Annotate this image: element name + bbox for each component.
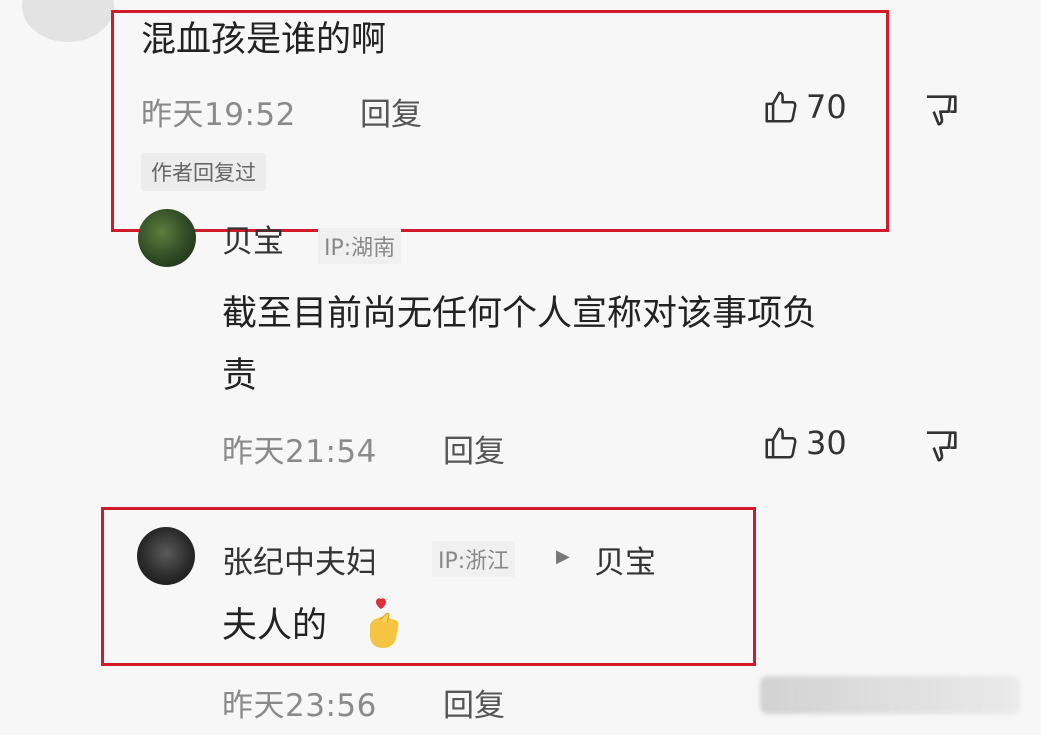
author-replied-tag: 作者回复过 — [141, 153, 266, 191]
comment-text: 截至目前尚无任何个人宣称对该事项负 — [222, 294, 818, 334]
dislike-button[interactable] — [922, 426, 962, 470]
username[interactable]: 张纪中夫妇 — [222, 537, 377, 582]
finger-heart-emoji-icon — [370, 598, 399, 648]
comment-text: 混血孩是谁的啊 — [141, 20, 387, 60]
ip-location: IP:湖南 — [318, 228, 402, 264]
avatar[interactable] — [138, 209, 196, 267]
thumbs-down-icon — [927, 95, 957, 126]
avatar[interactable] — [137, 527, 195, 585]
comment-timestamp: 昨天21:54 — [222, 434, 377, 470]
avatar[interactable] — [22, 0, 114, 42]
comment-timestamp: 昨天23:56 — [222, 688, 377, 724]
ip-location: IP:浙江 — [432, 541, 516, 577]
dislike-button[interactable] — [922, 90, 962, 134]
watermark — [760, 676, 1020, 714]
comment-text-content: 夫人的 — [222, 606, 328, 646]
reply-button[interactable]: 回复 — [443, 426, 505, 471]
reply-to-username[interactable]: 贝宝 — [594, 537, 656, 582]
like-count: 70 — [806, 88, 847, 126]
reply-button[interactable]: 回复 — [360, 89, 422, 134]
thumbs-down-icon — [927, 431, 957, 462]
like-count: 30 — [806, 424, 847, 462]
comment-text: 夫人的 — [222, 600, 327, 652]
comment-timestamp: 昨天19:52 — [141, 97, 296, 133]
highlight-box — [101, 507, 756, 666]
comment-text: 责 — [222, 356, 258, 396]
reply-button[interactable]: 回复 — [443, 680, 505, 725]
like-button[interactable]: 30 — [762, 424, 847, 462]
like-button[interactable]: 70 — [762, 88, 847, 126]
reply-arrow-icon: ▶ — [556, 546, 570, 567]
thumbs-up-icon — [765, 91, 797, 123]
thumbs-up-icon — [765, 427, 797, 459]
